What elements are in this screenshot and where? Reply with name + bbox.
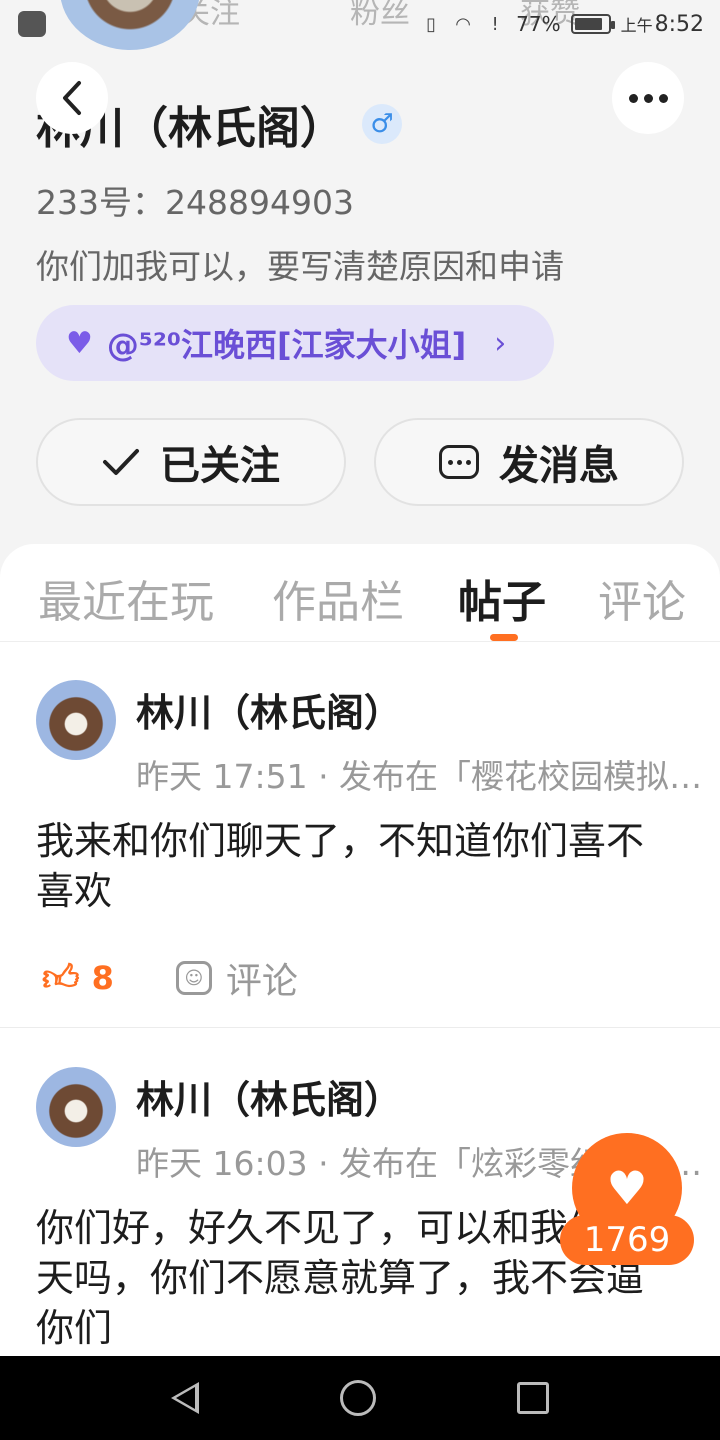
post-meta: 昨天 17:51 · 发布在「樱花校园模拟器」	[136, 757, 716, 796]
nav-back-icon[interactable]	[170, 1382, 199, 1414]
nav-home-icon[interactable]	[339, 1380, 376, 1416]
cp-relationship-pill[interactable]: ♥ @⁵²⁰江晚西[江家大小姐] ›	[36, 305, 554, 381]
post-actions: 👍︎ 8 ☺ 评论	[42, 952, 298, 1004]
like-count: 8	[91, 959, 114, 997]
profile-tabs: 最近在玩 作品栏 帖子 评论	[0, 544, 720, 642]
profile-bio: 你们加我可以，要写清楚原因和申请	[36, 247, 564, 286]
comment-button[interactable]: ☺ 评论	[175, 952, 298, 1004]
double-heart-icon: ♥	[66, 325, 93, 361]
tab-recently-played[interactable]: 最近在玩	[38, 566, 214, 630]
system-nav-bar	[0, 1356, 720, 1440]
post-author-name[interactable]: 林川（林氏阁）	[136, 682, 402, 737]
post-text: 我来和你们聊天了，不知道你们喜不喜欢	[36, 819, 645, 913]
nav-recent-apps-icon[interactable]	[517, 1382, 550, 1414]
alert-icon: !	[491, 13, 499, 35]
more-dots-icon	[628, 93, 668, 103]
back-button[interactable]	[36, 62, 108, 134]
status-time: 上午8:52	[620, 11, 704, 37]
chat-bubble-icon	[439, 445, 479, 479]
send-message-button[interactable]: 发消息	[374, 418, 684, 506]
post-item[interactable]: 林川（林氏阁） 昨天 17:51 · 发布在「樱花校园模拟器」 我来和你们聊天了…	[0, 642, 720, 1028]
comment-label: 评论	[225, 961, 298, 1002]
comment-smile-icon: ☺	[175, 961, 212, 995]
profile-like-count: 1769	[560, 1215, 694, 1265]
floating-like-button[interactable]: ♥ 1769	[560, 1133, 696, 1269]
like-button[interactable]: 👍︎ 8	[42, 956, 114, 1000]
chevron-left-icon	[63, 81, 81, 115]
post-author-avatar[interactable]	[36, 680, 116, 760]
user-id: 233号：248894903	[36, 183, 354, 222]
check-icon	[103, 449, 139, 475]
tab-works[interactable]: 作品栏	[272, 566, 404, 630]
followed-label: 已关注	[160, 443, 280, 489]
battery-icon	[570, 14, 615, 34]
thumbs-up-icon: 👍︎	[42, 958, 80, 999]
chevron-right-icon: ›	[494, 325, 507, 361]
more-options-button[interactable]	[612, 62, 684, 134]
send-message-label: 发消息	[499, 443, 619, 489]
notification-app-icon	[18, 11, 46, 37]
followed-button[interactable]: 已关注	[36, 418, 346, 506]
wifi-icon: ◠	[455, 13, 471, 35]
vibrate-icon: ▯	[426, 13, 437, 35]
post-author-name[interactable]: 林川（林氏阁）	[136, 1069, 402, 1124]
tab-comments[interactable]: 评论	[598, 566, 686, 630]
cp-partner-name: @⁵²⁰江晚西[江家大小姐]	[106, 326, 467, 364]
battery-percent: 77%	[516, 12, 561, 36]
status-bar: ▯ ◠ ! 77% 上午8:52	[0, 0, 720, 48]
active-tab-indicator	[490, 634, 518, 641]
tab-posts[interactable]: 帖子	[458, 566, 546, 630]
male-gender-icon: ♂	[362, 104, 402, 144]
post-author-avatar[interactable]	[36, 1067, 116, 1147]
